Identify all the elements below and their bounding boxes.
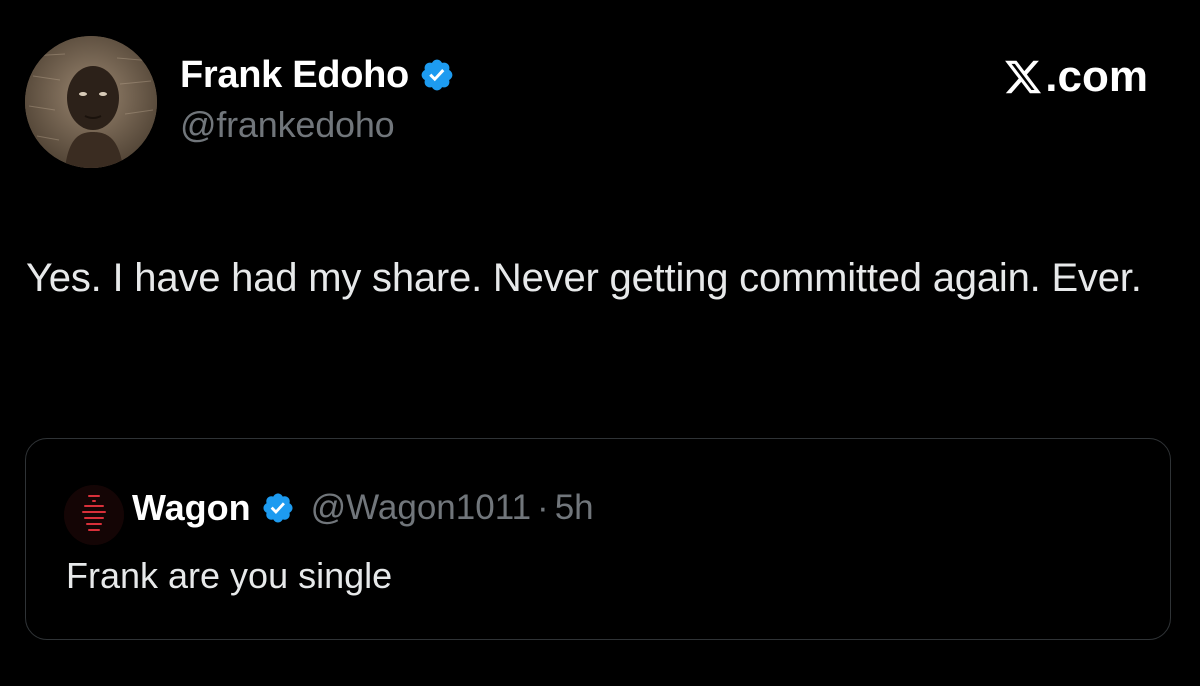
neon-sign-avatar-icon <box>64 485 124 545</box>
tweet-card: Frank Edoho @frankedoho .com Yes. I have… <box>0 0 1200 686</box>
quoted-header: Wagon @Wagon1011 · 5h <box>132 483 594 533</box>
author-display-name[interactable]: Frank Edoho <box>180 54 409 97</box>
site-watermark: .com <box>1003 52 1148 102</box>
avatar-image <box>25 36 157 168</box>
site-domain-label: .com <box>1045 52 1148 101</box>
quoted-timestamp[interactable]: 5h <box>555 488 594 528</box>
tweet-body-text: Yes. I have had my share. Never getting … <box>26 256 1142 300</box>
x-logo-icon <box>1005 60 1042 94</box>
author-avatar[interactable] <box>25 36 157 168</box>
verified-badge-icon <box>421 59 453 91</box>
author-info: Frank Edoho @frankedoho <box>180 52 455 146</box>
quoted-display-name[interactable]: Wagon <box>132 487 251 529</box>
verified-badge-icon <box>263 493 293 523</box>
meta-separator: · <box>537 488 549 527</box>
quoted-avatar[interactable] <box>64 485 124 545</box>
quoted-body-text: Frank are you single <box>66 555 393 596</box>
author-handle[interactable]: @frankedoho <box>180 104 455 146</box>
author-name-row: Frank Edoho <box>180 52 455 98</box>
quoted-handle[interactable]: @Wagon1011 <box>311 488 531 528</box>
quoted-tweet[interactable]: Wagon @Wagon1011 · 5h Frank are you sing… <box>25 438 1171 640</box>
